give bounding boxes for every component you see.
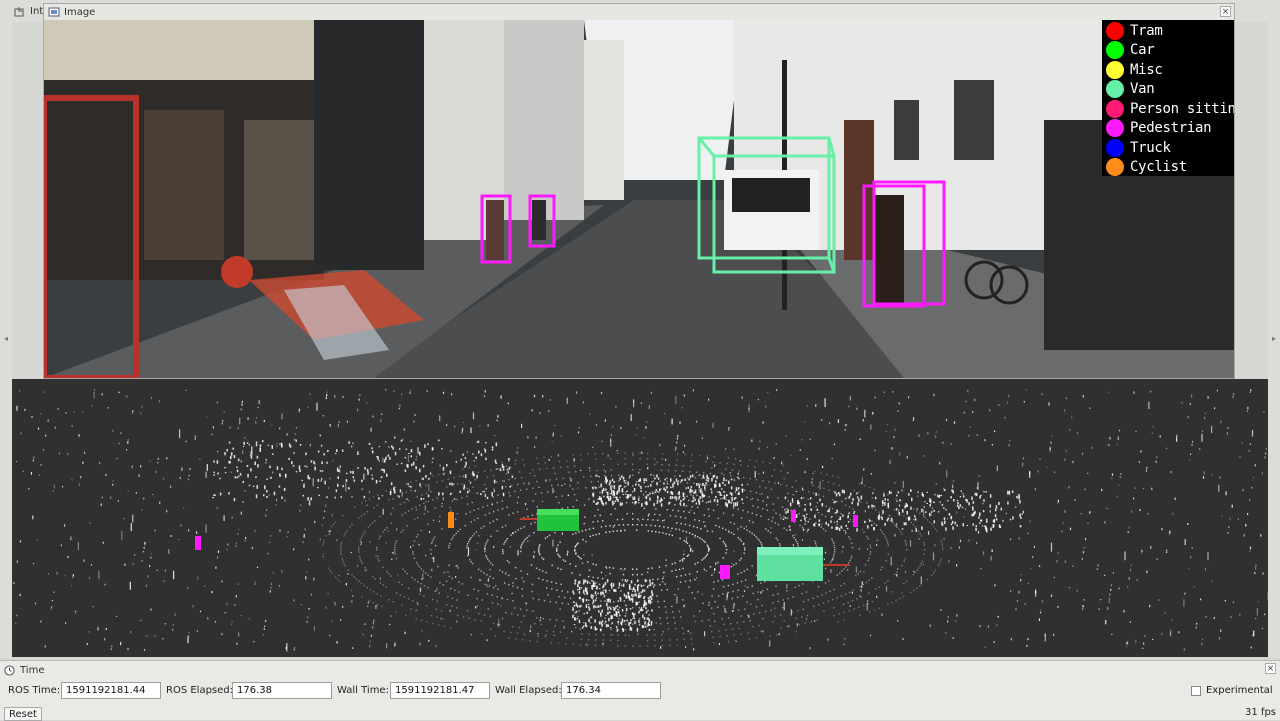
detected-pedestrian xyxy=(195,536,201,550)
legend-label: Pedestrian xyxy=(1130,120,1212,137)
wall-time-field[interactable] xyxy=(390,682,490,699)
wall-elapsed-field[interactable] xyxy=(561,682,661,699)
wall-elapsed-label: Wall Elapsed: xyxy=(495,685,562,696)
cyclist-dot-icon xyxy=(1106,158,1124,177)
legend-label: Cyclist xyxy=(1130,159,1187,176)
3d-viewport[interactable] xyxy=(12,379,1268,657)
detected-cyclist xyxy=(448,512,454,528)
legend-item-person-sitting: Person sitting xyxy=(1102,99,1234,119)
legend-item-pedestrian: Pedestrian xyxy=(1102,119,1234,139)
point-cloud xyxy=(13,389,1268,652)
legend-item-car: Car xyxy=(1102,41,1234,61)
ros-elapsed-label: ROS Elapsed: xyxy=(166,685,233,696)
legend-label: Truck xyxy=(1130,139,1171,156)
time-panel: Time × ROS Time: ROS Elapsed: Wall Time:… xyxy=(0,660,1280,721)
tram-dot-icon xyxy=(1106,21,1124,40)
experimental-checkbox[interactable] xyxy=(1191,686,1201,696)
pedestrian-dot-icon xyxy=(1106,119,1124,138)
interact-icon xyxy=(14,6,24,16)
detected-pedestrian xyxy=(791,510,796,522)
experimental-label: Experimental xyxy=(1206,685,1273,696)
camera-image: Tram Car Misc Van Person sitting Pedestr… xyxy=(44,20,1234,378)
car-dot-icon xyxy=(1106,41,1124,60)
legend-label: Tram xyxy=(1130,22,1163,39)
legend-item-van: Van xyxy=(1102,80,1234,100)
misc-dot-icon xyxy=(1106,60,1124,79)
image-panel: Image × Tram Car Misc Van Person sitting… xyxy=(43,3,1235,379)
person-sitting-dot-icon xyxy=(1106,99,1124,118)
right-arrow-icon[interactable]: ▸ xyxy=(1268,334,1280,343)
clock-icon xyxy=(4,664,15,676)
image-panel-title: Image xyxy=(64,6,96,18)
close-icon[interactable]: × xyxy=(1265,663,1276,674)
close-icon[interactable]: × xyxy=(1220,6,1231,17)
legend-item-cyclist: Cyclist xyxy=(1102,158,1234,178)
reset-button[interactable]: Reset xyxy=(4,707,42,721)
legend-label: Van xyxy=(1130,81,1155,98)
left-dock-edge[interactable]: ◂ xyxy=(0,22,12,658)
legend-label: Car xyxy=(1130,42,1155,59)
detected-car-box xyxy=(520,509,579,531)
fps-readout: 31 fps xyxy=(1245,707,1276,718)
ros-elapsed-field[interactable] xyxy=(232,682,332,699)
detected-van-box xyxy=(757,547,850,581)
wall-time-label: Wall Time: xyxy=(337,685,389,696)
legend-item-tram: Tram xyxy=(1102,21,1234,41)
street-scene xyxy=(44,20,1234,378)
legend-item-truck: Truck xyxy=(1102,138,1234,158)
truck-dot-icon xyxy=(1106,138,1124,157)
legend-item-misc: Misc xyxy=(1102,60,1234,80)
image-icon xyxy=(48,7,60,17)
ros-time-field[interactable] xyxy=(61,682,161,699)
time-panel-title: Time xyxy=(20,664,45,676)
image-panel-title-bar[interactable]: Image xyxy=(44,4,1234,20)
class-legend: Tram Car Misc Van Person sitting Pedestr… xyxy=(1102,20,1234,178)
detected-pedestrian xyxy=(720,565,730,579)
legend-label: Misc xyxy=(1130,61,1163,78)
ros-time-label: ROS Time: xyxy=(8,685,61,696)
detected-pedestrian xyxy=(853,515,858,527)
van-dot-icon xyxy=(1106,80,1124,99)
time-panel-title-bar[interactable]: Time xyxy=(4,663,44,677)
right-dock-edge[interactable]: ▸ xyxy=(1268,22,1280,658)
left-arrow-icon[interactable]: ◂ xyxy=(0,334,12,343)
legend-label: Person sitting xyxy=(1130,100,1234,117)
